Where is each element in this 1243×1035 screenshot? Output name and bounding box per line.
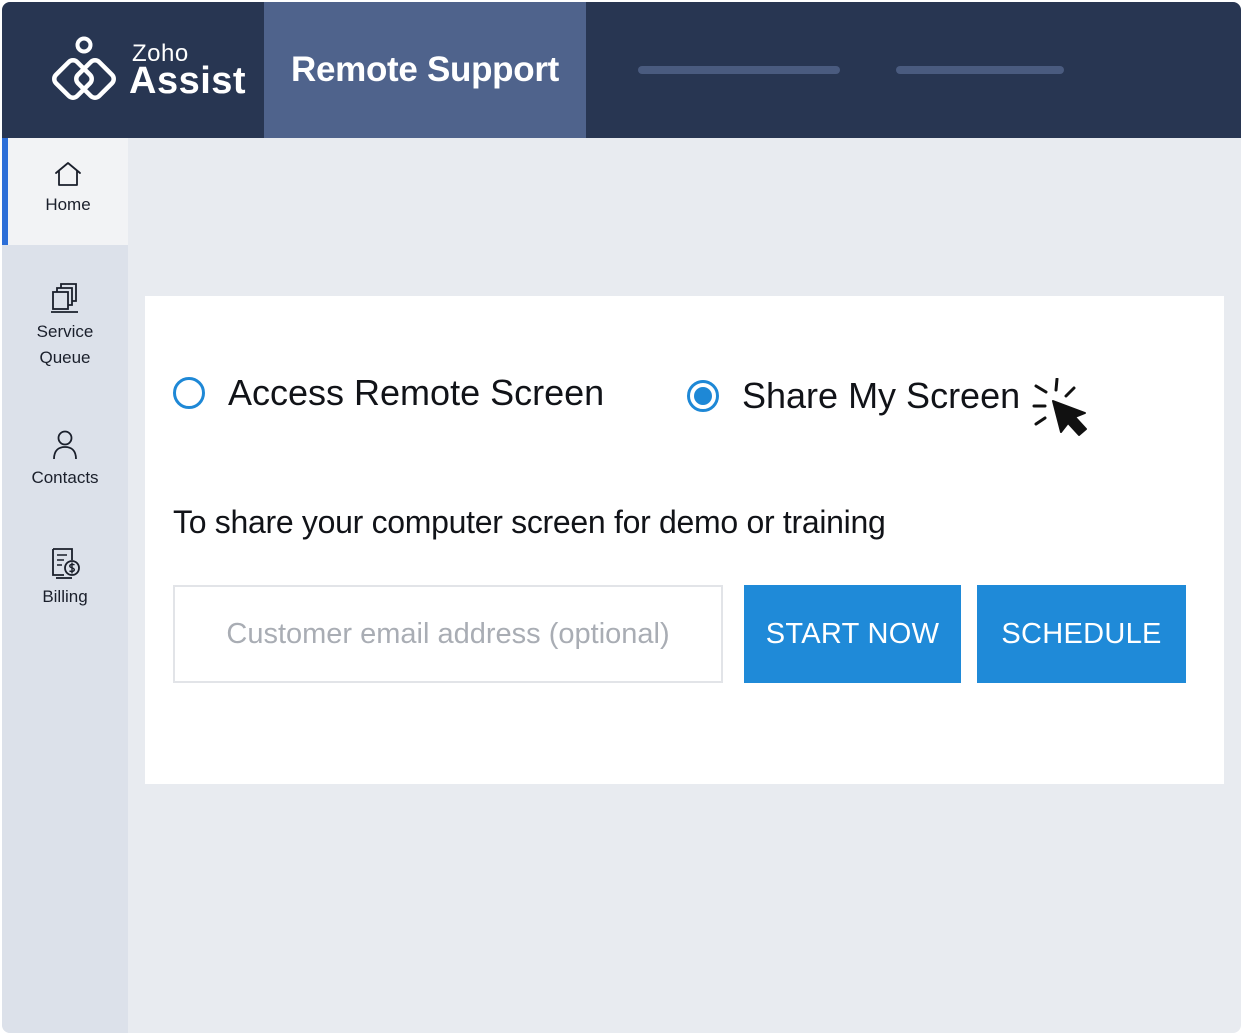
- tab-remote-support[interactable]: Remote Support: [264, 2, 586, 138]
- option-label: Access Remote Screen: [228, 372, 605, 413]
- nav-placeholder-2[interactable]: [896, 66, 1064, 74]
- customer-email-input[interactable]: [173, 585, 723, 683]
- radio-share-my-screen[interactable]: [687, 380, 719, 412]
- option-label: Share My Screen: [742, 375, 1021, 416]
- option-access-remote-screen[interactable]: Access Remote Screen: [173, 372, 604, 414]
- user-icon: [53, 430, 77, 460]
- sidebar-item-label: Contacts: [31, 468, 99, 487]
- assist-logo-icon: [52, 36, 116, 100]
- schedule-button[interactable]: SCHEDULE: [977, 585, 1186, 683]
- sidebar-item-contacts[interactable]: Contacts: [2, 429, 128, 491]
- sidebar-item-label: Home: [45, 195, 91, 214]
- logo-product-text: Assist: [129, 60, 247, 102]
- tab-remote-support-label: Remote Support: [290, 50, 560, 89]
- nav-placeholder-1[interactable]: [638, 66, 840, 74]
- sidebar-item-label: Billing: [42, 587, 88, 606]
- click-cursor-icon: [1032, 378, 1087, 436]
- top-header: Zoho Assist Remote Support: [2, 2, 1241, 138]
- sidebar-item-billing[interactable]: Billing: [2, 546, 128, 610]
- sidebar: Home Service Queue Contacts Billing: [2, 138, 128, 1033]
- home-icon: [55, 162, 81, 186]
- service-queue-icon: [51, 283, 78, 313]
- sidebar-item-home[interactable]: Home: [2, 138, 128, 245]
- sidebar-item-service-queue[interactable]: Service Queue: [2, 281, 128, 371]
- option-share-my-screen[interactable]: Share My Screen: [687, 375, 1020, 417]
- remote-support-card: Access Remote Screen Share My Screen To …: [145, 296, 1224, 784]
- zoho-assist-logo[interactable]: Zoho Assist: [2, 2, 264, 138]
- radio-access-remote-screen[interactable]: [173, 377, 205, 409]
- radio-selected-dot: [694, 387, 712, 405]
- billing-icon: [52, 548, 80, 579]
- start-now-button[interactable]: START NOW: [744, 585, 961, 683]
- description-text: To share your computer screen for demo o…: [173, 504, 886, 540]
- app-window: Zoho Assist Remote Support Home Service …: [2, 2, 1241, 1033]
- sidebar-item-label: Service Queue: [36, 322, 94, 367]
